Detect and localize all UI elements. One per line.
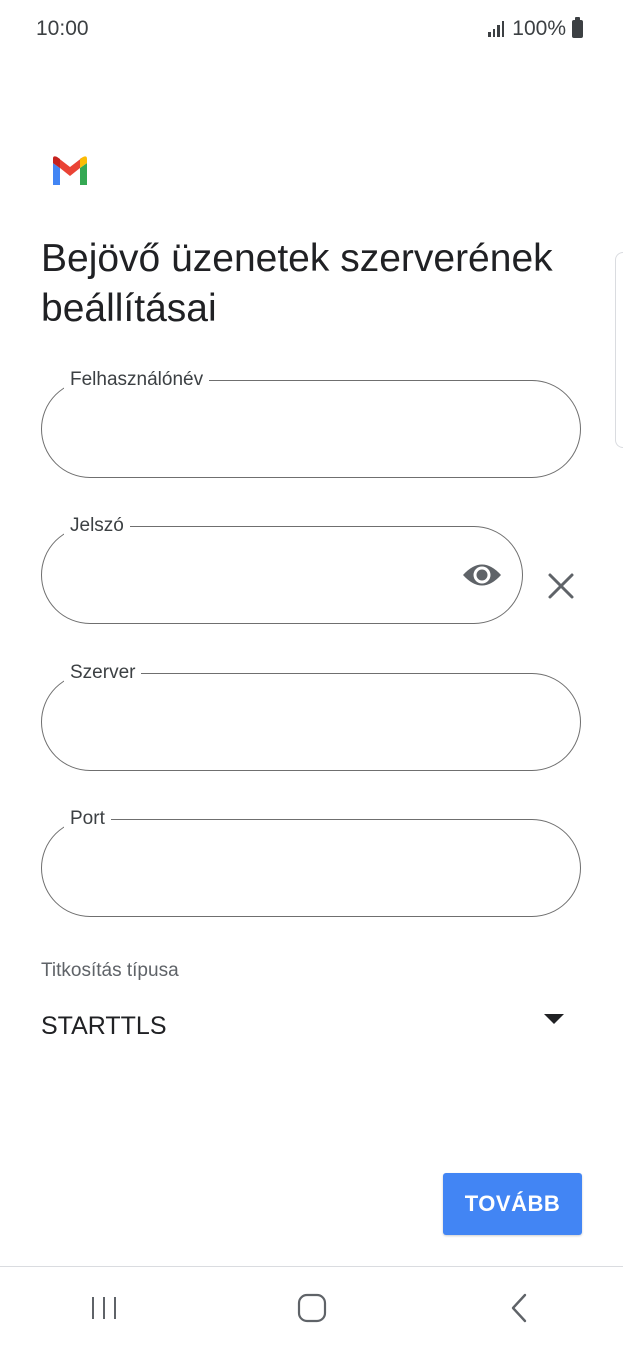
battery-percent: 100%	[512, 17, 566, 40]
page-title: Bejövő üzenetek szerverének beállításai	[41, 237, 553, 330]
close-icon[interactable]	[545, 570, 577, 602]
username-field[interactable]: Felhasználónév	[41, 368, 581, 478]
encryption-label: Titkosítás típusa	[41, 960, 179, 981]
server-input[interactable]	[72, 708, 500, 740]
eye-icon[interactable]	[462, 560, 502, 590]
password-label: Jelszó	[64, 514, 130, 538]
password-field[interactable]: Jelszó	[41, 514, 523, 624]
back-button[interactable]	[415, 1267, 623, 1349]
battery-icon	[572, 17, 583, 38]
server-label: Szerver	[64, 661, 142, 685]
recent-apps-icon	[91, 1297, 116, 1319]
caret-down-icon	[544, 1014, 564, 1024]
server-field[interactable]: Szerver	[41, 661, 581, 771]
port-field[interactable]: Port	[41, 807, 581, 917]
signal-icon	[488, 21, 505, 37]
port-label: Port	[64, 807, 111, 831]
password-input[interactable]	[72, 561, 442, 593]
encryption-dropdown[interactable]: STARTTLS	[41, 1010, 581, 1046]
encryption-value: STARTTLS	[41, 1012, 167, 1040]
recent-apps-button[interactable]	[0, 1267, 208, 1349]
gmail-logo	[53, 156, 87, 185]
status-indicators: 100%	[488, 17, 583, 41]
username-input[interactable]	[72, 415, 500, 447]
back-icon	[511, 1293, 527, 1323]
username-label: Felhasználónév	[64, 368, 210, 392]
home-icon	[297, 1293, 326, 1323]
port-input[interactable]	[72, 854, 500, 886]
status-time: 10:00	[36, 17, 89, 40]
navigation-bar	[0, 1267, 623, 1349]
edge-panel-handle[interactable]	[615, 252, 623, 448]
home-button[interactable]	[208, 1267, 416, 1349]
next-button[interactable]: TOVÁBB	[443, 1173, 582, 1235]
